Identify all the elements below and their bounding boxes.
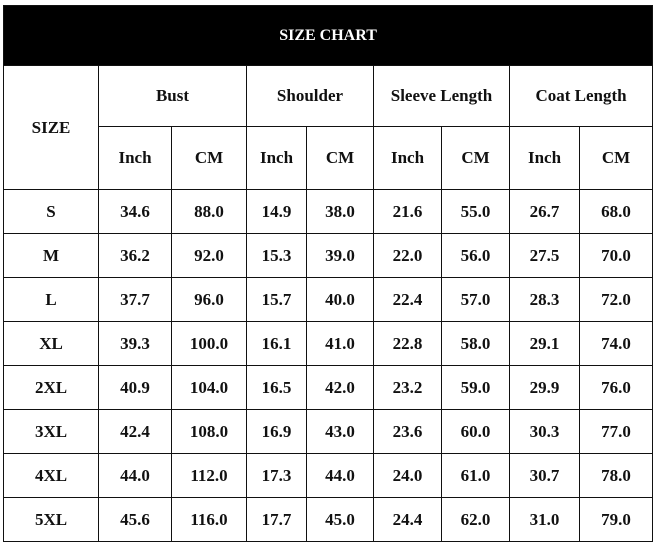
table-cell: 36.2 <box>98 233 172 278</box>
table-cell: 59.0 <box>441 365 510 410</box>
table-cell: 72.0 <box>578 277 654 322</box>
table-cell: 42.4 <box>98 409 172 454</box>
table-cell: 22.8 <box>373 321 442 366</box>
size-column-header: SIZE <box>3 65 99 190</box>
table-cell: 30.7 <box>509 453 580 498</box>
table-cell: 26.7 <box>509 189 580 234</box>
table-cell: 15.3 <box>246 233 307 278</box>
table-title: SIZE CHART <box>2 5 654 66</box>
table-cell: 22.4 <box>373 277 442 322</box>
table-cell: 116.0 <box>171 497 247 542</box>
table-cell: 23.2 <box>373 365 442 410</box>
table-cell: 70.0 <box>578 233 654 278</box>
table-cell: 60.0 <box>441 409 510 454</box>
table-cell: 23.6 <box>373 409 442 454</box>
table-cell: 16.9 <box>246 409 307 454</box>
unit-header: CM <box>306 126 374 190</box>
table-cell: 27.5 <box>509 233 580 278</box>
table-cell: 44.0 <box>306 453 374 498</box>
size-label: 3XL <box>3 409 99 454</box>
table-row: XL 39.3 100.0 16.1 41.0 22.8 58.0 29.1 74.0 <box>3 321 654 366</box>
table-cell: 39.3 <box>98 321 172 366</box>
table-cell: 100.0 <box>171 321 247 366</box>
unit-header: Inch <box>509 126 580 190</box>
table-row: M 36.2 92.0 15.3 39.0 22.0 56.0 27.5 70.0 <box>3 233 654 278</box>
unit-header: CM <box>171 126 247 190</box>
table-cell: 61.0 <box>441 453 510 498</box>
table-cell: 76.0 <box>578 365 654 410</box>
table-cell: 38.0 <box>306 189 374 234</box>
table-cell: 57.0 <box>441 277 510 322</box>
group-header: Bust <box>98 65 247 127</box>
table-cell: 17.3 <box>246 453 307 498</box>
size-label: L <box>3 277 99 322</box>
size-label: 5XL <box>3 497 99 542</box>
table-cell: 39.0 <box>306 233 374 278</box>
table-cell: 88.0 <box>171 189 247 234</box>
group-header: Shoulder <box>246 65 374 127</box>
unit-header: CM <box>441 126 510 190</box>
unit-header: Inch <box>98 126 172 190</box>
table-cell: 40.9 <box>98 365 172 410</box>
group-header: Sleeve Length <box>373 65 510 127</box>
unit-header: Inch <box>246 126 307 190</box>
unit-header: Inch <box>373 126 442 190</box>
table-cell: 31.0 <box>509 497 580 542</box>
table-row: 4XL 44.0 112.0 17.3 44.0 24.0 61.0 30.7 78.0 <box>3 453 654 498</box>
table-cell: 43.0 <box>306 409 374 454</box>
table-row: S 34.6 88.0 14.9 38.0 21.6 55.0 26.7 68.0 <box>3 189 654 234</box>
table-row: L 37.7 96.0 15.7 40.0 22.4 57.0 28.3 72.0 <box>3 277 654 322</box>
table-cell: 15.7 <box>246 277 307 322</box>
table-row: 2XL 40.9 104.0 16.5 42.0 23.2 59.0 29.9 76.0 <box>3 365 654 410</box>
table-cell: 108.0 <box>171 409 247 454</box>
table-cell: 78.0 <box>578 453 654 498</box>
table-cell: 96.0 <box>171 277 247 322</box>
size-label: XL <box>3 321 99 366</box>
unit-header: CM <box>578 126 654 190</box>
table-cell: 24.4 <box>373 497 442 542</box>
size-label: M <box>3 233 99 278</box>
table-cell: 21.6 <box>373 189 442 234</box>
table-cell: 44.0 <box>98 453 172 498</box>
table-cell: 45.0 <box>306 497 374 542</box>
table-cell: 34.6 <box>98 189 172 234</box>
table-cell: 29.1 <box>509 321 580 366</box>
table-cell: 22.0 <box>373 233 442 278</box>
size-chart-table: SIZE CHART SIZE Bust Shoulder Sleeve Lengt… <box>2 5 654 542</box>
table-cell: 56.0 <box>441 233 510 278</box>
table-cell: 112.0 <box>171 453 247 498</box>
size-label: 2XL <box>3 365 99 410</box>
size-label: 4XL <box>3 453 99 498</box>
table-cell: 16.5 <box>246 365 307 410</box>
table-cell: 62.0 <box>441 497 510 542</box>
table-cell: 17.7 <box>246 497 307 542</box>
table-cell: 16.1 <box>246 321 307 366</box>
size-label: S <box>3 189 99 234</box>
table-row: 3XL 42.4 108.0 16.9 43.0 23.6 60.0 30.3 77.0 <box>3 409 654 454</box>
table-cell: 14.9 <box>246 189 307 234</box>
table-cell: 79.0 <box>578 497 654 542</box>
table-cell: 104.0 <box>171 365 247 410</box>
table-cell: 92.0 <box>171 233 247 278</box>
table-cell: 37.7 <box>98 277 172 322</box>
group-header: Coat Length <box>508 65 654 127</box>
table-cell: 68.0 <box>578 189 654 234</box>
table-cell: 45.6 <box>98 497 172 542</box>
table-cell: 77.0 <box>578 409 654 454</box>
table-cell: 41.0 <box>306 321 374 366</box>
table-cell: 29.9 <box>509 365 580 410</box>
table-cell: 74.0 <box>578 321 654 366</box>
table-cell: 24.0 <box>373 453 442 498</box>
table-row: 5XL 45.6 116.0 17.7 45.0 24.4 62.0 31.0 79.0 <box>3 497 654 542</box>
table-cell: 40.0 <box>306 277 374 322</box>
table-cell: 55.0 <box>441 189 510 234</box>
table-cell: 28.3 <box>509 277 580 322</box>
table-cell: 30.3 <box>509 409 580 454</box>
table-cell: 58.0 <box>441 321 510 366</box>
table-cell: 42.0 <box>306 365 374 410</box>
